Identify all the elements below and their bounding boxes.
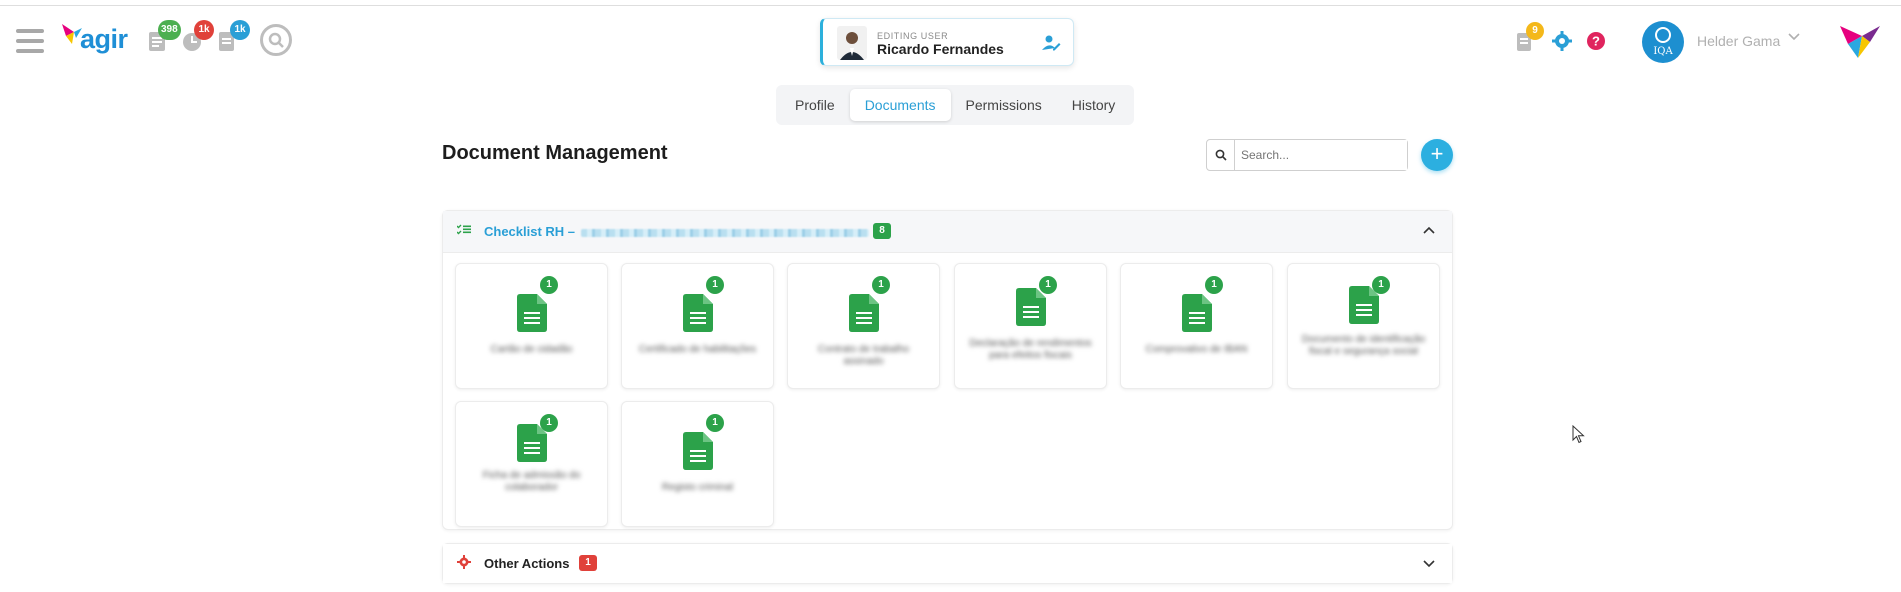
help-icon[interactable]: ? [1586, 31, 1606, 56]
tasks-badge: 398 [158, 20, 181, 40]
user-menu-chevron-down-icon[interactable] [1788, 30, 1800, 46]
mouse-cursor-icon [1572, 425, 1585, 444]
document-count-badge: 1 [1372, 276, 1390, 294]
document-name: Declaração de rendimentos para efeitos f… [969, 338, 1092, 361]
browser-top-line [0, 0, 1901, 6]
document-icon [517, 294, 547, 332]
notifications-badge: 9 [1526, 22, 1544, 40]
document-count-badge: 1 [706, 414, 724, 432]
logo-bird-icon [62, 24, 82, 44]
document-count-badge: 1 [540, 414, 558, 432]
global-search-icon[interactable] [260, 24, 292, 56]
document-card[interactable]: 1 Declaração de rendimentos para efeitos… [954, 263, 1107, 389]
svg-text:?: ? [1592, 34, 1600, 49]
page-title: Document Management [442, 142, 668, 164]
documents-badge: 1k [230, 20, 250, 40]
editing-user-avatar [837, 26, 867, 60]
document-card[interactable]: 1 Certificado de habilitações [621, 263, 774, 389]
chevron-up-icon[interactable] [1422, 223, 1436, 237]
clock-badge: 1k [194, 20, 214, 40]
section-title: Checklist RH – [484, 224, 576, 239]
redacted-section-subtitle [581, 229, 869, 237]
document-card[interactable]: 1 Contrato de trabalho assinado [787, 263, 940, 389]
document-icon [1016, 288, 1046, 326]
tasks-icon[interactable]: 398 [148, 20, 181, 56]
document-icon [683, 432, 713, 470]
settings-gear-icon[interactable] [1552, 31, 1572, 56]
document-name: Cartão de cidadão [490, 344, 573, 355]
document-count-badge: 1 [1205, 276, 1223, 294]
logo-text: agir [80, 24, 128, 54]
document-grid: 1 Cartão de cidadão 1 Certificado de hab… [443, 253, 1452, 527]
section-title: Other Actions [484, 556, 570, 571]
brand-mark-icon [1840, 26, 1880, 58]
document-count-badge: 1 [872, 276, 890, 294]
document-icon [683, 294, 713, 332]
clock-icon[interactable]: 1k [181, 20, 214, 56]
document-card[interactable]: 1 Registo criminal [621, 401, 774, 527]
document-search [1206, 139, 1408, 171]
accordion-header-other-actions[interactable]: Other Actions 1 [443, 544, 1452, 583]
hamburger-menu-icon[interactable] [16, 29, 44, 53]
user-edit-icon[interactable] [1041, 33, 1061, 53]
document-card[interactable]: 1 Comprovativo de IBAN [1120, 263, 1273, 389]
document-name: Certificado de habilitações [638, 344, 757, 355]
chevron-down-icon[interactable] [1422, 556, 1436, 570]
editing-user-card: EDITING USER Ricardo Fernandes [820, 18, 1074, 66]
tab-documents[interactable]: Documents [849, 89, 951, 121]
editing-user-label: EDITING USER [877, 31, 949, 41]
document-name: Ficha de admissão do colaborador [482, 470, 581, 493]
search-icon [1207, 140, 1235, 170]
document-card[interactable]: 1 Cartão de cidadão [455, 263, 608, 389]
document-name: Contrato de trabalho assinado [817, 344, 910, 367]
agir-logo[interactable]: agir [62, 22, 134, 58]
document-card[interactable]: 1 Documento de identificação fiscal e se… [1287, 263, 1440, 389]
tab-history[interactable]: History [1057, 89, 1131, 121]
checklist-icon [456, 223, 471, 239]
document-icon [849, 294, 879, 332]
editing-user-name: Ricardo Fernandes [877, 41, 1004, 57]
document-name: Registo criminal [661, 482, 734, 493]
user-tabs: Profile Documents Permissions History [776, 85, 1135, 125]
notifications-icon[interactable]: 9 [1516, 22, 1544, 57]
tab-permissions[interactable]: Permissions [951, 89, 1057, 121]
document-count-badge: 1 [1039, 276, 1057, 294]
accordion-other-actions: Other Actions 1 [442, 543, 1453, 584]
document-name: Comprovativo de IBAN [1145, 344, 1248, 355]
document-name: Documento de identificação fiscal e segu… [1301, 334, 1426, 357]
document-card[interactable]: 1 Ficha de admissão do colaborador [455, 401, 608, 527]
document-count-badge: 1 [706, 276, 724, 294]
user-name[interactable]: Helder Gama [1697, 33, 1780, 49]
add-document-button[interactable]: + [1421, 139, 1453, 171]
accordion-header-checklist-rh[interactable]: Checklist RH – 8 [443, 211, 1452, 253]
section-count-badge: 1 [579, 555, 597, 571]
actions-gear-icon [457, 555, 471, 572]
user-avatar[interactable]: IQA [1642, 21, 1684, 63]
accordion-checklist-rh: Checklist RH – 8 1 Cartão de cidadão 1 C… [442, 210, 1453, 530]
document-count-badge: 1 [540, 276, 558, 294]
section-count-badge: 8 [873, 223, 891, 239]
search-input[interactable] [1235, 140, 1407, 170]
document-icon [1182, 294, 1212, 332]
tab-profile[interactable]: Profile [780, 89, 850, 121]
documents-icon[interactable]: 1k [218, 20, 250, 56]
